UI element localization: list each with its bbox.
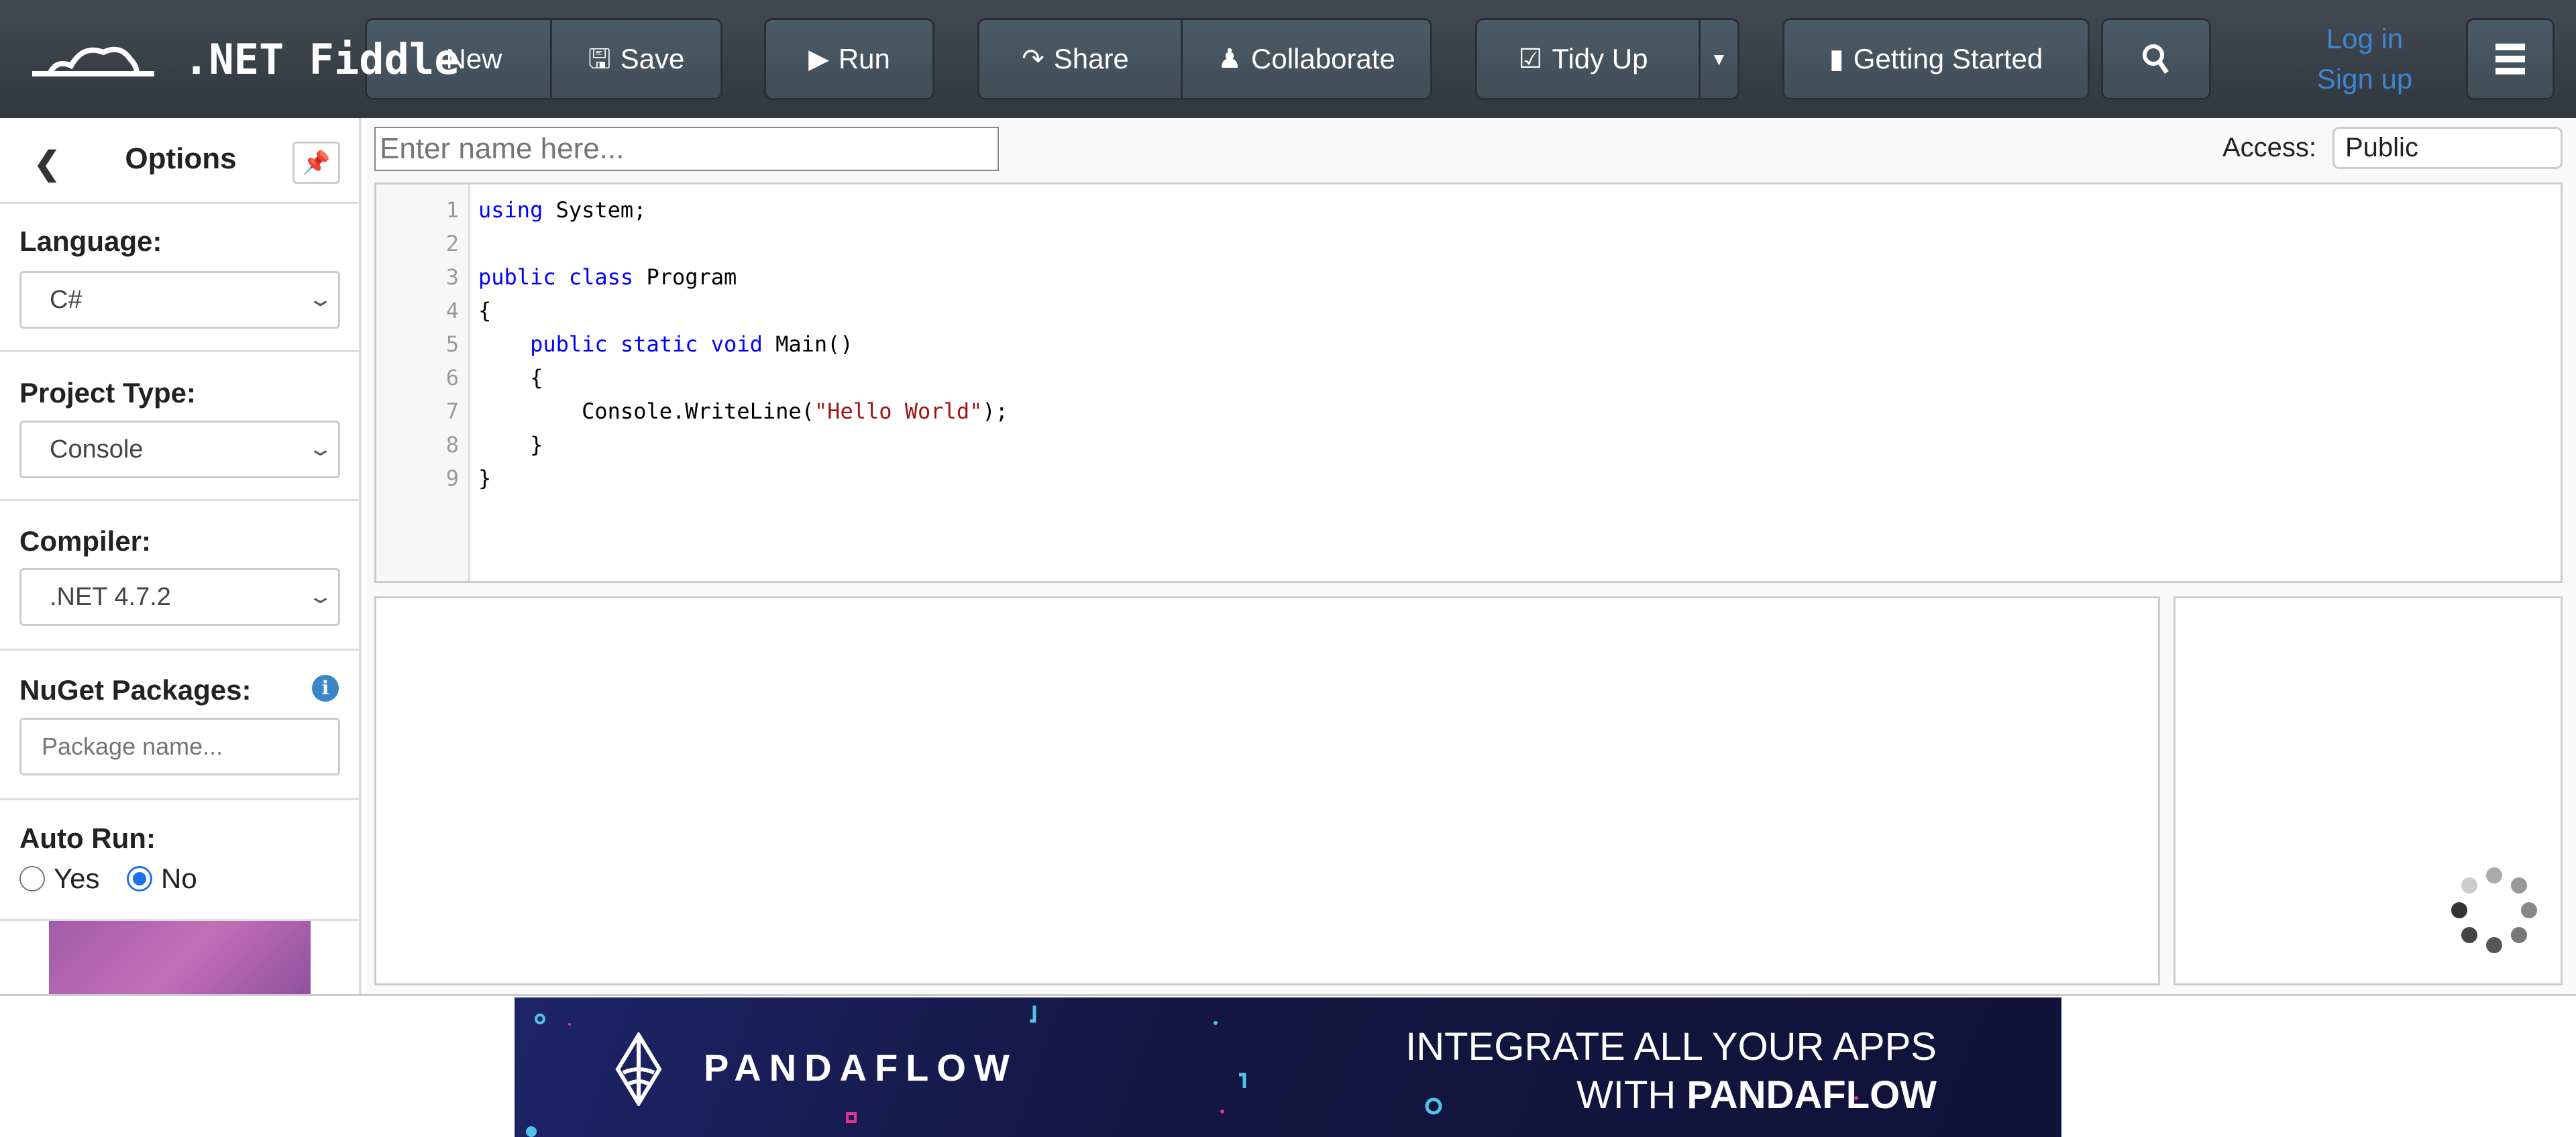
access-label: Access:	[2222, 133, 2317, 162]
auto-run-no-radio[interactable]	[127, 866, 152, 891]
language-select[interactable]: C# ⌄	[19, 271, 340, 329]
line-number: 2	[445, 231, 459, 256]
divider	[0, 202, 359, 204]
line-number-gutter: 1 2 3 4 5 6 7 8 9	[376, 184, 470, 581]
line-number: 7	[445, 398, 459, 424]
cloud-logo-icon	[32, 46, 154, 76]
user-icon: ♟	[1218, 44, 1242, 74]
fiddle-name-input[interactable]	[374, 127, 999, 171]
tidy-up-button[interactable]: ☑ Tidy Up	[1477, 20, 1689, 98]
save-button[interactable]: 🖫 Save	[550, 20, 720, 98]
compiler-select[interactable]: .NET 4.7.2 ⌄	[19, 568, 340, 626]
pushpin-icon: 📌	[302, 150, 331, 176]
share-icon: ↷	[1022, 44, 1044, 74]
tidy-up-group: ☑ Tidy Up ▼	[1475, 18, 1739, 100]
line-number: 6	[445, 365, 459, 390]
footer: PANDAFLOW INTEGRATE ALL YOUR APPS WITH P…	[0, 994, 2576, 1137]
floppy-disk-icon: 🖫	[588, 44, 611, 74]
pandaflow-ad-banner[interactable]: PANDAFLOW INTEGRATE ALL YOUR APPS WITH P…	[515, 997, 2061, 1137]
auto-run-label: Auto Run:	[19, 822, 156, 854]
auto-run-no-label[interactable]: No	[161, 863, 197, 895]
tidy-up-dropdown-button[interactable]: ▼	[1699, 20, 1737, 98]
getting-started-button[interactable]: ▮ Getting Started	[1782, 18, 2090, 100]
line-number: 3	[445, 264, 459, 290]
sidebar-ad-image[interactable]	[49, 921, 311, 994]
play-icon: ▶	[808, 44, 829, 74]
chevron-down-icon: ⌄	[307, 288, 334, 311]
check-square-icon: ☑	[1518, 44, 1543, 74]
run-button[interactable]: ▶ Run	[764, 18, 934, 100]
line-number: 8	[445, 432, 459, 457]
project-type-label: Project Type:	[19, 377, 196, 409]
search-button[interactable]	[2101, 18, 2211, 100]
collaborate-button[interactable]: ♟ Collaborate	[1181, 20, 1430, 98]
divider	[0, 350, 359, 352]
options-sidebar: ❮ Options 📌 Language: C# ⌄ Project Type: …	[0, 118, 362, 994]
line-number: 9	[445, 466, 459, 491]
auto-run-yes-radio[interactable]	[19, 866, 45, 891]
line-number: 4	[445, 298, 459, 323]
caret-down-icon: ▼	[1710, 48, 1728, 69]
auto-run-yes-label[interactable]: Yes	[54, 863, 100, 895]
book-icon: ▮	[1829, 44, 1844, 74]
divider	[0, 499, 359, 501]
share-button[interactable]: ↷ Share	[979, 20, 1171, 98]
side-pane	[2174, 596, 2563, 985]
search-icon	[2143, 44, 2169, 74]
loading-spinner-icon	[2451, 867, 2537, 953]
access-select[interactable]: Public	[2332, 127, 2563, 169]
language-label: Language:	[19, 225, 162, 257]
pin-sidebar-button[interactable]: 📌	[292, 142, 340, 184]
divider	[0, 798, 359, 800]
nuget-label: NuGet Packages:	[19, 674, 252, 706]
top-navbar: .NET Fiddle New 🖫 Save ▶ Run ↷ Share ♟ Colla…	[0, 0, 2576, 118]
compiler-label: Compiler:	[19, 525, 152, 557]
chevron-down-icon: ⌄	[307, 438, 334, 460]
project-type-select[interactable]: Console ⌄	[19, 421, 340, 478]
main-area: Access: Public 1 2 3 4 5 6 7 8 9 using System; p…	[364, 118, 2576, 994]
auth-links: Log in Sign up	[2281, 19, 2449, 99]
code-content[interactable]: using System; public class Program { pub…	[478, 193, 1008, 495]
log-in-link[interactable]: Log in	[2281, 19, 2449, 59]
hamburger-menu-icon	[2496, 44, 2525, 74]
chevron-down-icon: ⌄	[307, 586, 334, 608]
menu-button[interactable]	[2466, 18, 2555, 100]
code-editor[interactable]: 1 2 3 4 5 6 7 8 9 using System; public class Pro…	[374, 182, 2563, 583]
nuget-package-input[interactable]	[19, 718, 340, 775]
share-collab-group: ↷ Share ♟ Collaborate	[977, 18, 1432, 100]
logo[interactable]: .NET Fiddle	[30, 32, 460, 86]
sign-up-link[interactable]: Sign up	[2281, 59, 2449, 99]
divider	[0, 649, 359, 651]
logo-text: .NET Fiddle	[184, 34, 460, 84]
ad-decoration	[526, 1006, 1858, 1137]
output-pane	[374, 596, 2160, 985]
line-number: 1	[445, 197, 459, 223]
info-icon[interactable]: i	[312, 675, 339, 702]
line-number: 5	[445, 331, 459, 357]
